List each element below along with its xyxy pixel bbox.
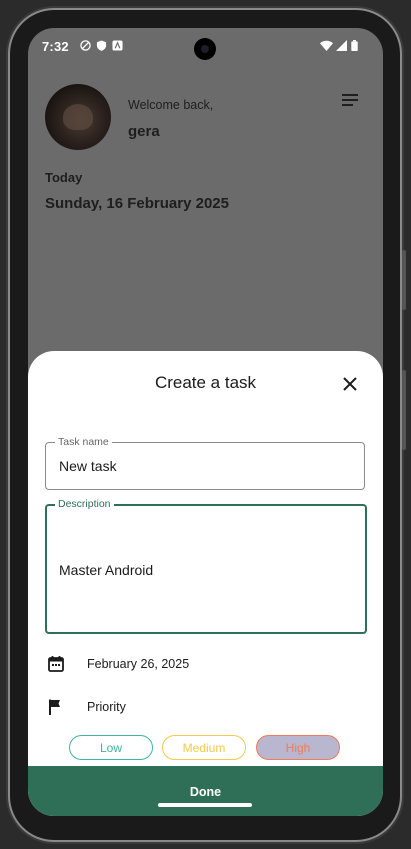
menu-icon[interactable] [342,94,358,106]
current-date: Sunday, 16 February 2025 [45,195,229,212]
shield-icon [96,40,107,51]
task-name-field[interactable]: Task name New task [45,436,365,490]
priority-label: Priority [87,700,126,714]
power-button [402,370,406,450]
priority-medium-chip[interactable]: Medium [162,735,246,760]
avatar[interactable] [45,84,111,150]
description-label: Description [55,498,114,510]
signal-icon [336,40,347,51]
close-icon[interactable] [342,376,358,392]
accessibility-icon [112,40,123,51]
sheet-title: Create a task [154,373,257,392]
priority-high-chip[interactable]: High [256,735,340,760]
description-value: Master Android [59,562,154,578]
status-time: 7:32 [42,39,69,54]
battery-icon [351,40,358,51]
task-name-value: New task [59,458,117,474]
welcome-text: Welcome back, [128,98,214,112]
app-screen: 7:32 Welcome back, gera Today Sunday, 16… [28,28,383,816]
gesture-nav-handle[interactable] [158,803,252,807]
create-task-sheet: Create a task Task name New task Descrip… [28,351,383,816]
volume-button [402,250,406,310]
do-not-disturb-icon [80,40,91,51]
task-name-label: Task name [55,436,112,448]
due-date[interactable]: February 26, 2025 [87,657,189,671]
today-label: Today [45,170,83,185]
calendar-icon[interactable] [47,655,65,673]
status-bar: 7:32 [28,28,383,64]
front-camera [194,38,216,60]
done-button[interactable]: Done [28,766,383,816]
priority-low-chip[interactable]: Low [69,735,153,760]
username: gera [128,123,160,140]
flag-icon [49,699,60,715]
description-field[interactable]: Description Master Android [45,498,367,634]
wifi-icon [320,40,333,51]
